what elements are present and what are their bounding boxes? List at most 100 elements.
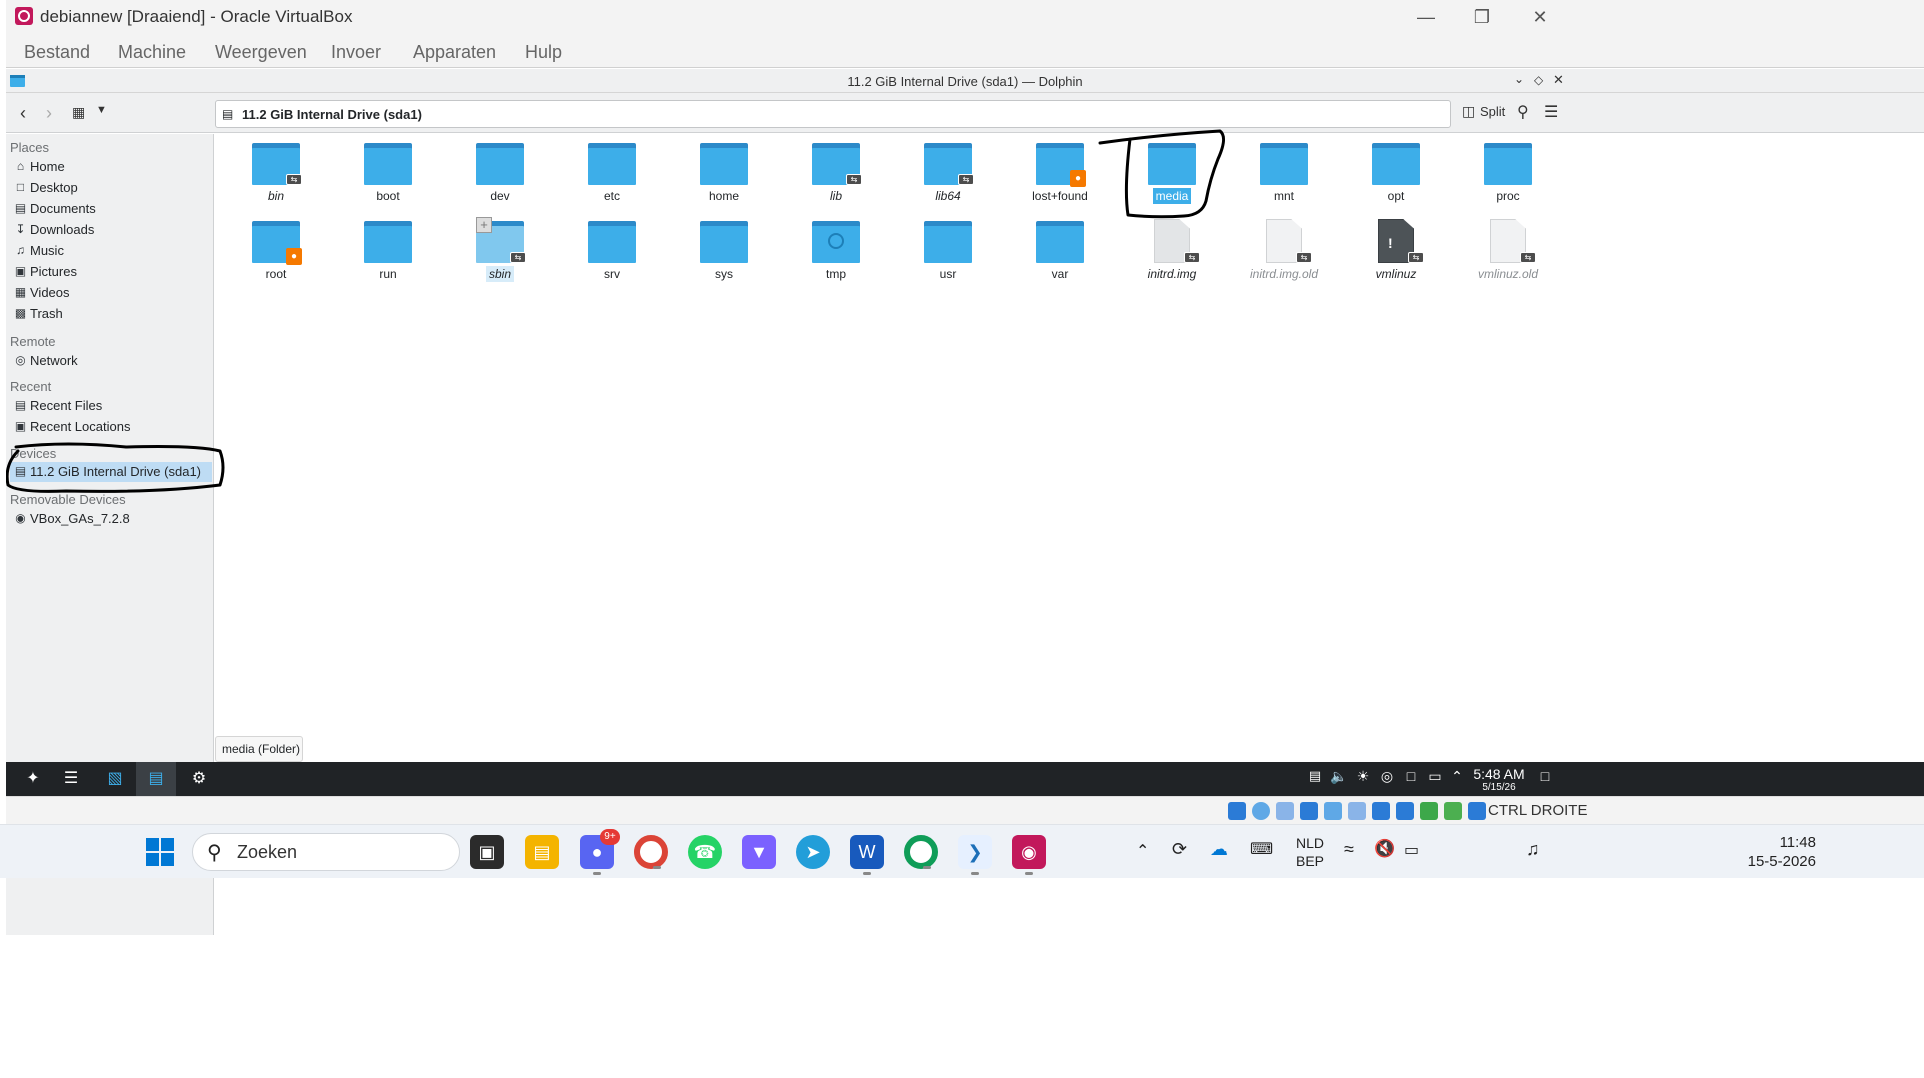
settings-sliders-icon[interactable]: ☰ — [58, 768, 84, 790]
sidebar-item-desktop[interactable]: □ Desktop — [10, 178, 212, 198]
sidebar-item-trash[interactable]: ▩ Trash — [10, 304, 212, 324]
file-item-vmlinuz[interactable]: ! ⇆ vmlinuz — [1346, 215, 1446, 289]
whatsapp-icon[interactable]: ☎ — [688, 835, 722, 869]
file-view[interactable]: ⇆ bin boot dev etc home ⇆ lib ⇆ lib64 ● — [215, 134, 1924, 762]
close-button[interactable]: ✕ — [1520, 4, 1560, 30]
volume-icon[interactable]: 🔈 — [1326, 768, 1352, 790]
file-item-home[interactable]: home — [674, 137, 774, 211]
tray-expand-icon[interactable]: ⌃ — [1136, 841, 1149, 861]
shared-folders-status-icon[interactable] — [1348, 802, 1366, 820]
split-icon[interactable]: ◫ — [1462, 103, 1475, 120]
menu-weergeven[interactable]: Weergeven — [215, 42, 307, 63]
file-item-sbin[interactable]: ⇆ + sbin — [450, 215, 550, 289]
menu-bestand[interactable]: Bestand — [24, 42, 90, 63]
menu-apparaten[interactable]: Apparaten — [413, 42, 496, 63]
file-item-etc[interactable]: etc — [562, 137, 662, 211]
display-icon[interactable]: □ — [1398, 768, 1424, 790]
file-item-lib[interactable]: ⇆ lib — [786, 137, 886, 211]
file-item-tmp[interactable]: tmp — [786, 215, 886, 289]
show-desktop-icon[interactable]: □ — [1532, 768, 1558, 790]
taskbar-search[interactable]: ⚲ Zoeken — [192, 833, 460, 871]
display-status-icon[interactable] — [1372, 802, 1390, 820]
vscode-icon[interactable]: ❯ — [958, 835, 992, 875]
file-item-srv[interactable]: srv — [562, 215, 662, 289]
file-item-opt[interactable]: opt — [1346, 137, 1446, 211]
sidebar-item-recent-files[interactable]: ▤ Recent Files — [10, 396, 212, 416]
file-item-vmlinuz-old[interactable]: ⇆ vmlinuz.old — [1458, 215, 1558, 289]
onedrive-icon[interactable]: ☁ — [1210, 839, 1228, 860]
split-button[interactable]: Split — [1480, 104, 1505, 119]
chrome-icon[interactable] — [634, 835, 668, 869]
sidebar-item-downloads[interactable]: ↧ Downloads — [10, 220, 212, 240]
file-item-sys[interactable]: sys — [674, 215, 774, 289]
recording-status-icon[interactable] — [1396, 802, 1414, 820]
guest-clock[interactable]: 5:48 AM 5/15/26 — [1464, 766, 1534, 793]
discord-icon[interactable]: ● 9+ — [580, 829, 620, 875]
audio-status-icon[interactable] — [1276, 802, 1294, 820]
app-launcher-icon[interactable]: ✦ — [20, 768, 46, 790]
file-item-initrd-img-old[interactable]: ⇆ initrd.img.old — [1234, 215, 1334, 289]
host-key-label[interactable]: CTRL DROITE — [1488, 802, 1587, 819]
sidebar-item-videos[interactable]: ▦ Videos — [10, 283, 212, 303]
usb-status-icon[interactable] — [1324, 802, 1342, 820]
file-item-usr[interactable]: usr — [898, 215, 998, 289]
telegram-icon[interactable]: ➤ — [796, 835, 830, 869]
sidebar-item-pictures[interactable]: ▣ Pictures — [10, 262, 212, 282]
view-mode-icon[interactable]: ▦ — [72, 104, 85, 121]
menu-machine[interactable]: Machine — [118, 42, 186, 63]
network-status-icon[interactable] — [1300, 802, 1318, 820]
dolphin-task-icon[interactable]: ▤ — [136, 762, 176, 796]
breadcrumb-location[interactable]: 11.2 GiB Internal Drive (sda1) — [242, 107, 422, 122]
select-toggle-icon[interactable]: + — [476, 217, 492, 233]
chrome-profile-icon[interactable] — [904, 835, 938, 869]
keyboard-capture-icon[interactable] — [1468, 802, 1486, 820]
forward-arrow-icon[interactable]: › — [46, 103, 52, 124]
clipboard-icon[interactable]: ▤ — [1302, 768, 1328, 790]
back-arrow-icon[interactable]: ‹ — [20, 103, 26, 124]
file-item-media[interactable]: media — [1122, 137, 1222, 211]
sidebar-item-music[interactable]: ♫ Music — [10, 241, 212, 261]
hamburger-menu-icon[interactable]: ☰ — [1544, 102, 1558, 122]
battery-icon[interactable]: ▭ — [1404, 840, 1419, 860]
language-indicator[interactable]: NLD BEP — [1290, 834, 1330, 870]
restore-button[interactable]: ❐ — [1462, 4, 1502, 30]
network-icon[interactable]: ◎ — [1374, 768, 1400, 790]
menu-hulp[interactable]: Hulp — [525, 42, 562, 63]
wifi-icon[interactable]: ≈ — [1344, 839, 1354, 860]
sidebar-item-vbox-gas[interactable]: ◉ VBox_GAs_7.2.8 — [10, 509, 212, 529]
virtualbox-taskbar-icon[interactable]: ◉ — [1012, 835, 1046, 875]
system-settings-icon[interactable]: ⚙ — [186, 768, 212, 790]
sidebar-item-recent-locations[interactable]: ▣ Recent Locations — [10, 417, 212, 437]
dolphin-close-icon[interactable]: ✕ — [1553, 72, 1564, 88]
location-bar[interactable]: ▤ 11.2 GiB Internal Drive (sda1) — [215, 100, 1451, 128]
file-item-initrd-img[interactable]: ⇆ initrd.img — [1122, 215, 1222, 289]
sidebar-item-network[interactable]: ◎ Network — [10, 351, 212, 371]
file-item-mnt[interactable]: mnt — [1234, 137, 1334, 211]
menu-invoer[interactable]: Invoer — [331, 42, 381, 63]
keep-above-icon[interactable]: ◇ — [1534, 73, 1543, 87]
file-item-bin[interactable]: ⇆ bin — [226, 137, 326, 211]
sync-icon[interactable]: ⟳ — [1172, 839, 1187, 860]
file-item-dev[interactable]: dev — [450, 137, 550, 211]
file-item-lost-found[interactable]: ● lost+found — [1010, 137, 1110, 211]
sidebar-item-home[interactable]: ⌂ Home — [10, 157, 212, 177]
taskbar-clock[interactable]: 11:48 15-5-2026 — [1740, 833, 1816, 871]
cpu-status-icon[interactable] — [1420, 802, 1438, 820]
notification-bell-icon[interactable]: ♫ — [1526, 839, 1540, 860]
discover-icon[interactable]: ▧ — [102, 768, 128, 790]
sidebar-item-documents[interactable]: ▤ Documents — [10, 199, 212, 219]
brightness-icon[interactable]: ☀ — [1350, 768, 1376, 790]
mouse-integration-status-icon[interactable] — [1444, 802, 1462, 820]
file-item-run[interactable]: run — [338, 215, 438, 289]
file-item-boot[interactable]: boot — [338, 137, 438, 211]
optical-status-icon[interactable] — [1252, 802, 1270, 820]
keyboard-icon[interactable]: ⌨ — [1250, 839, 1273, 859]
task-view-icon[interactable]: ▣ — [470, 835, 504, 869]
word-icon[interactable]: W — [850, 835, 884, 875]
hdd-status-icon[interactable] — [1228, 802, 1246, 820]
volume-muted-icon[interactable]: 🔇 — [1374, 839, 1395, 859]
file-item-proc[interactable]: proc — [1458, 137, 1558, 211]
proton-vpn-icon[interactable]: ▼ — [742, 835, 776, 869]
file-item-var[interactable]: var — [1010, 215, 1110, 289]
file-item-root[interactable]: ● root — [226, 215, 326, 289]
